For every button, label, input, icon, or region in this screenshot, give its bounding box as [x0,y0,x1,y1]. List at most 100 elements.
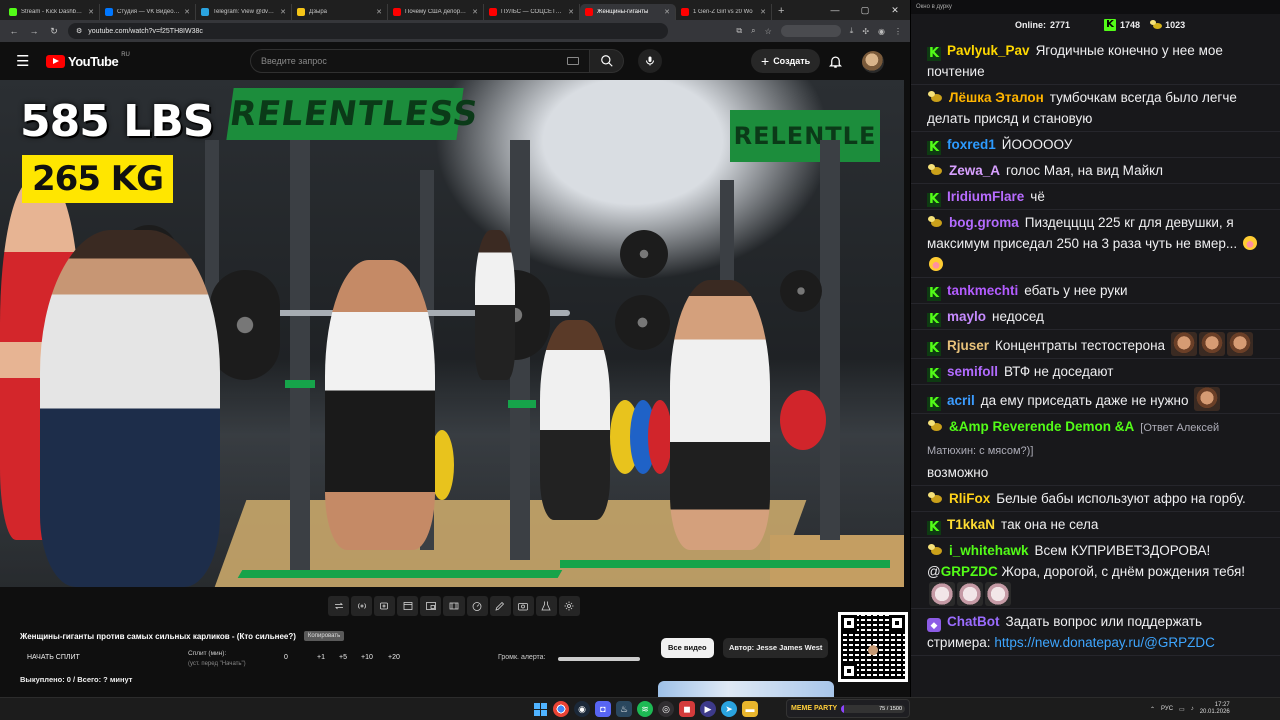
search-input[interactable]: Введите запрос [250,49,590,73]
browser-tab[interactable]: Telegram: View @dvach ✕ [196,4,292,20]
keyboard-icon[interactable] [567,57,579,65]
broadcast-button[interactable] [351,596,373,616]
chip-author[interactable]: Автор: Jesse James West [723,638,829,658]
clock[interactable]: 17:27 20.01.2026 [1200,702,1230,716]
puzzle-icon[interactable]: ✣ [862,27,869,36]
split-value-0[interactable]: 0 [284,654,317,661]
minimize-button[interactable]: — [820,0,850,20]
tab-close-icon[interactable]: ✕ [568,8,574,16]
browser-tab[interactable]: ПУЛЬС — СОЦСЕТЬ Д ✕ [484,4,580,20]
screenshot-button[interactable] [512,596,534,616]
browser-tab[interactable]: 1 Gen-Z Girl vs 20 Wo ✕ [676,4,772,20]
account-avatar[interactable] [862,51,884,73]
browser-tab[interactable]: Женщины-гиганты ✕ [580,4,676,20]
chat-username[interactable]: i_whitehawk [949,543,1029,558]
start-button[interactable] [532,701,548,717]
video-player[interactable]: RELENTLESS RELENTLE 585 LBS 265 KG [0,80,904,587]
bookmark-star-icon[interactable]: ☆ [765,27,772,36]
extension-pill[interactable] [780,25,841,37]
experiments-button[interactable] [535,596,557,616]
hamburger-menu-icon[interactable]: ☰ [16,52,36,70]
chat-username[interactable]: RliFox [949,491,990,506]
tab-close-icon[interactable]: ✕ [664,8,670,16]
tab-close-icon[interactable]: ✕ [184,8,190,16]
network-icon[interactable]: ▭ [1179,706,1185,713]
spotify-taskbar-icon[interactable]: ≋ [637,701,653,717]
tab-close-icon[interactable]: ✕ [88,8,94,16]
split-add-5[interactable]: +5 [339,654,361,661]
chat-username[interactable]: T1kkaN [947,517,995,532]
clip-button[interactable] [397,596,419,616]
chat-username[interactable]: &Amp Reverende Demon &A [949,419,1134,434]
maximize-button[interactable]: ▢ [850,0,880,20]
kick-badge-icon: K [927,140,941,155]
alert-volume-slider[interactable] [558,657,640,661]
obs-taskbar-icon[interactable]: ◎ [658,701,674,717]
steam-taskbar-icon[interactable]: ◉ [574,701,590,717]
zoom-icon[interactable]: ⌕ [751,26,755,36]
chat-username[interactable]: tankmechti [947,283,1018,298]
chat-username[interactable]: Лёшка Эталон [949,90,1044,105]
pip-button[interactable] [420,596,442,616]
steam-alt-taskbar-icon[interactable]: ♨ [616,701,632,717]
chat-username[interactable]: foxred1 [947,137,996,152]
split-add-20[interactable]: +20 [388,654,400,661]
browser-tab[interactable]: Stream - Kick Dashboard ✕ [4,4,100,20]
download-icon[interactable]: ⤓ [850,26,854,36]
new-tab-button[interactable]: + [772,4,790,20]
url-field[interactable]: ⚙ youtube.com/watch?v=f25TH8IW38c [68,23,668,39]
record-video-button[interactable] [374,596,396,616]
chrome-taskbar-icon[interactable] [553,701,569,717]
tab-close-icon[interactable]: ✕ [760,8,766,16]
chat-username[interactable]: semifoll [947,364,998,379]
chat-username[interactable]: IridiumFlare [947,189,1024,204]
youtube-logo[interactable]: YouTube RU [46,52,130,69]
settings-button[interactable] [558,596,581,616]
edit-button[interactable] [489,596,511,616]
app-taskbar-icon[interactable]: ◼ [679,701,695,717]
chat-username[interactable]: Rjuser [947,338,989,353]
voice-search-button[interactable] [638,49,662,73]
profile-icon[interactable]: ◉ [878,27,885,36]
start-split-button[interactable]: НАЧАТЬ СПЛИТ [27,654,80,661]
loop-button[interactable] [328,596,350,616]
chip-all-videos[interactable]: Все видео [661,638,714,658]
chat-mention[interactable]: GRPZDC [941,564,998,579]
player-taskbar-icon[interactable]: ▶ [700,701,716,717]
chat-username[interactable]: Zewa_A [949,163,1000,178]
chat-username[interactable]: acril [947,393,975,408]
language-indicator[interactable]: РУС [1161,706,1173,712]
explorer-taskbar-icon[interactable]: ▬ [742,701,758,717]
close-window-button[interactable]: ✕ [880,0,910,20]
chat-username[interactable]: Pavlyuk_Pav [947,43,1030,58]
create-button[interactable]: + Создать [751,49,821,73]
donate-link[interactable]: https://new.donatepay.ru/@GRPZDC [994,635,1215,650]
volume-icon[interactable]: ♪ [1191,706,1194,712]
browser-tab[interactable]: Студия — VK Видео Live ✕ [100,4,196,20]
reload-icon[interactable]: ↻ [48,26,60,37]
split-add-10[interactable]: +10 [361,654,388,661]
chat-username[interactable]: ChatBot [947,614,1000,629]
tab-close-icon[interactable]: ✕ [376,8,382,16]
browser-tab[interactable]: Дзыра ✕ [292,4,388,20]
search-button[interactable] [590,49,624,73]
tray-overflow-icon[interactable]: ⌃ [1150,706,1155,713]
menu-dots-icon[interactable]: ⋮ [894,27,902,36]
forward-icon[interactable]: → [28,26,40,36]
copy-title-button[interactable]: Копировать [303,631,345,641]
tab-close-icon[interactable]: ✕ [472,8,478,16]
split-add-1[interactable]: +1 [317,654,339,661]
back-icon[interactable]: ← [8,26,20,36]
discord-taskbar-icon[interactable]: ◘ [595,701,611,717]
notifications-bell-icon[interactable] [828,54,843,69]
tab-close-icon[interactable]: ✕ [280,8,286,16]
recommended-thumbnail[interactable] [658,681,834,697]
frames-button[interactable] [443,596,465,616]
site-info-icon[interactable]: ⚙ [76,27,82,35]
telegram-taskbar-icon[interactable]: ➤ [721,701,737,717]
chat-username[interactable]: maylo [947,309,986,324]
screenshot-icon[interactable]: ⧉ [736,26,742,36]
speed-button[interactable] [466,596,488,616]
browser-tab[interactable]: Почему США депортир ✕ [388,4,484,20]
chat-username[interactable]: bog.groma [949,215,1019,230]
